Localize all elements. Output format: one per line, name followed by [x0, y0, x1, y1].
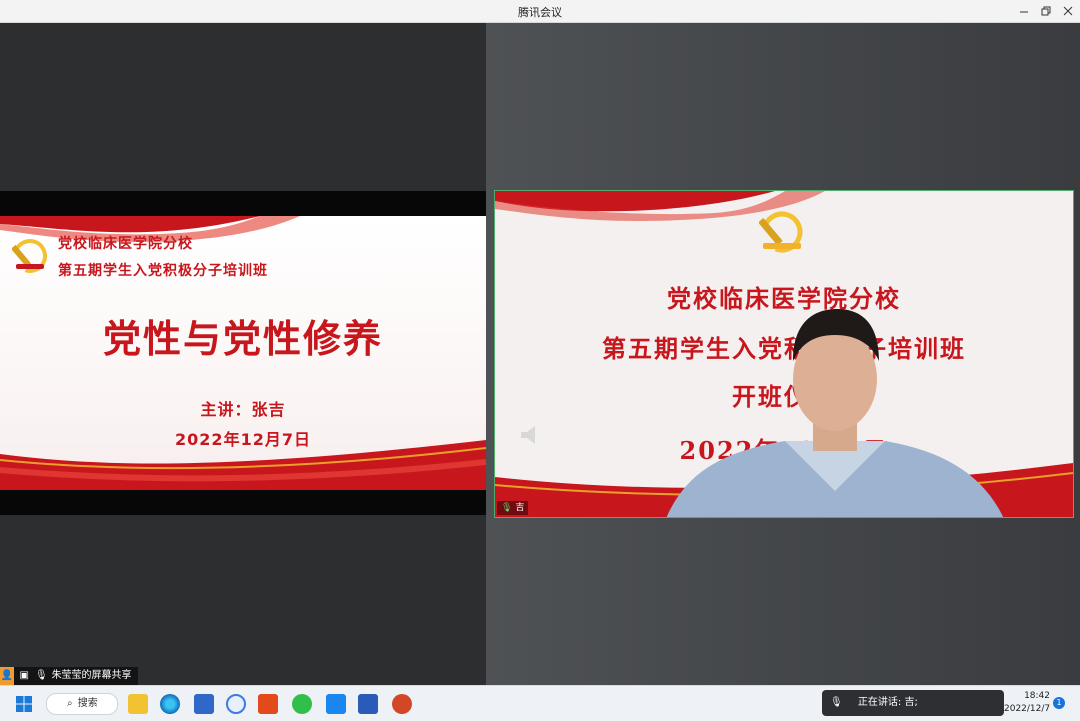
minimize-button[interactable] [1016, 3, 1032, 19]
screen-share-pane[interactable]: 党校临床医学院分校 第五期学生入党积极分子培训班 党性与党性修养 主讲：张吉 2… [0, 23, 486, 685]
shared-screen: 党校临床医学院分校 第五期学生入党积极分子培训班 党性与党性修养 主讲：张吉 2… [0, 191, 486, 515]
edge-browser-icon[interactable] [160, 694, 180, 714]
tencent-meeting-icon[interactable] [326, 694, 346, 714]
screen-share-label: 朱莹莹的屏幕共享 [51, 670, 132, 681]
speaker-name: 吉 [515, 503, 525, 513]
window-title: 腾讯会议 [518, 6, 562, 19]
clock-time: 18:42 [1024, 691, 1050, 701]
taskbar-search[interactable]: ⌕ 搜索 [46, 693, 118, 715]
meeting-area: 党校临床医学院分校 第五期学生入党积极分子培训班 党性与党性修养 主讲：张吉 2… [0, 23, 1080, 685]
speaker-avatar-icon: 🎙 [830, 697, 843, 708]
notification-badge[interactable]: 1 [1053, 697, 1065, 709]
party-emblem-icon [12, 239, 47, 273]
browser-icon[interactable] [226, 694, 246, 714]
window-titlebar: 腾讯会议 [0, 0, 1080, 23]
office-icon[interactable] [258, 694, 278, 714]
restore-button[interactable] [1038, 3, 1054, 19]
taskbar: ⌕ 搜索 🎙 正在讲话: 吉; 18:42 2022/12/7 1 [0, 685, 1080, 721]
slide-school-name: 党校临床医学院分校 [58, 236, 193, 252]
user-icon: 👤 [0, 667, 14, 685]
powerpoint-icon[interactable] [392, 694, 412, 714]
word-icon[interactable] [358, 694, 378, 714]
file-explorer-icon[interactable] [128, 694, 148, 714]
slide-bottom-ribbon [0, 440, 486, 490]
slide-topic: 党性与党性修养 [102, 316, 383, 361]
speaking-indicator[interactable]: 🎙 正在讲话: 吉; [822, 690, 1004, 716]
search-label: 搜索 [77, 698, 98, 709]
speaker-volume-icon [521, 426, 535, 444]
party-emblem-icon [759, 211, 803, 253]
store-icon[interactable] [194, 694, 214, 714]
speaker-video[interactable]: 党校临床医学院分校 第五期学生入党积极分子培训班 开班仪式 2022年12月7日… [494, 190, 1074, 518]
screen-share-icon: ▣ [19, 670, 29, 681]
microphone-icon: 🎙 [501, 503, 513, 513]
microphone-icon: 🎙 [35, 670, 48, 681]
clock-date: 2022/12/7 [1004, 704, 1051, 714]
close-icon [1063, 6, 1073, 16]
presentation-slide: 党校临床医学院分校 第五期学生入党积极分子培训班 党性与党性修养 主讲：张吉 2… [0, 216, 486, 490]
minimize-icon [1020, 11, 1028, 13]
speaker-person [666, 309, 1004, 517]
slide-presenter: 主讲：张吉 [200, 400, 286, 419]
screen-share-indicator[interactable]: 👤 ▣ 🎙 朱莹莹的屏幕共享 [0, 667, 138, 685]
search-icon: ⌕ [67, 698, 73, 709]
windows-start-icon[interactable] [14, 694, 34, 714]
close-button[interactable] [1060, 3, 1076, 19]
wechat-icon[interactable] [292, 694, 312, 714]
speaking-text: 正在讲话: 吉; [857, 697, 918, 708]
slide-class-name: 第五期学生入党积极分子培训班 [58, 263, 268, 279]
system-clock[interactable]: 18:42 2022/12/7 [1004, 690, 1050, 716]
speaker-name-tag: 🎙 吉 [497, 501, 529, 515]
restore-icon [1041, 6, 1051, 16]
